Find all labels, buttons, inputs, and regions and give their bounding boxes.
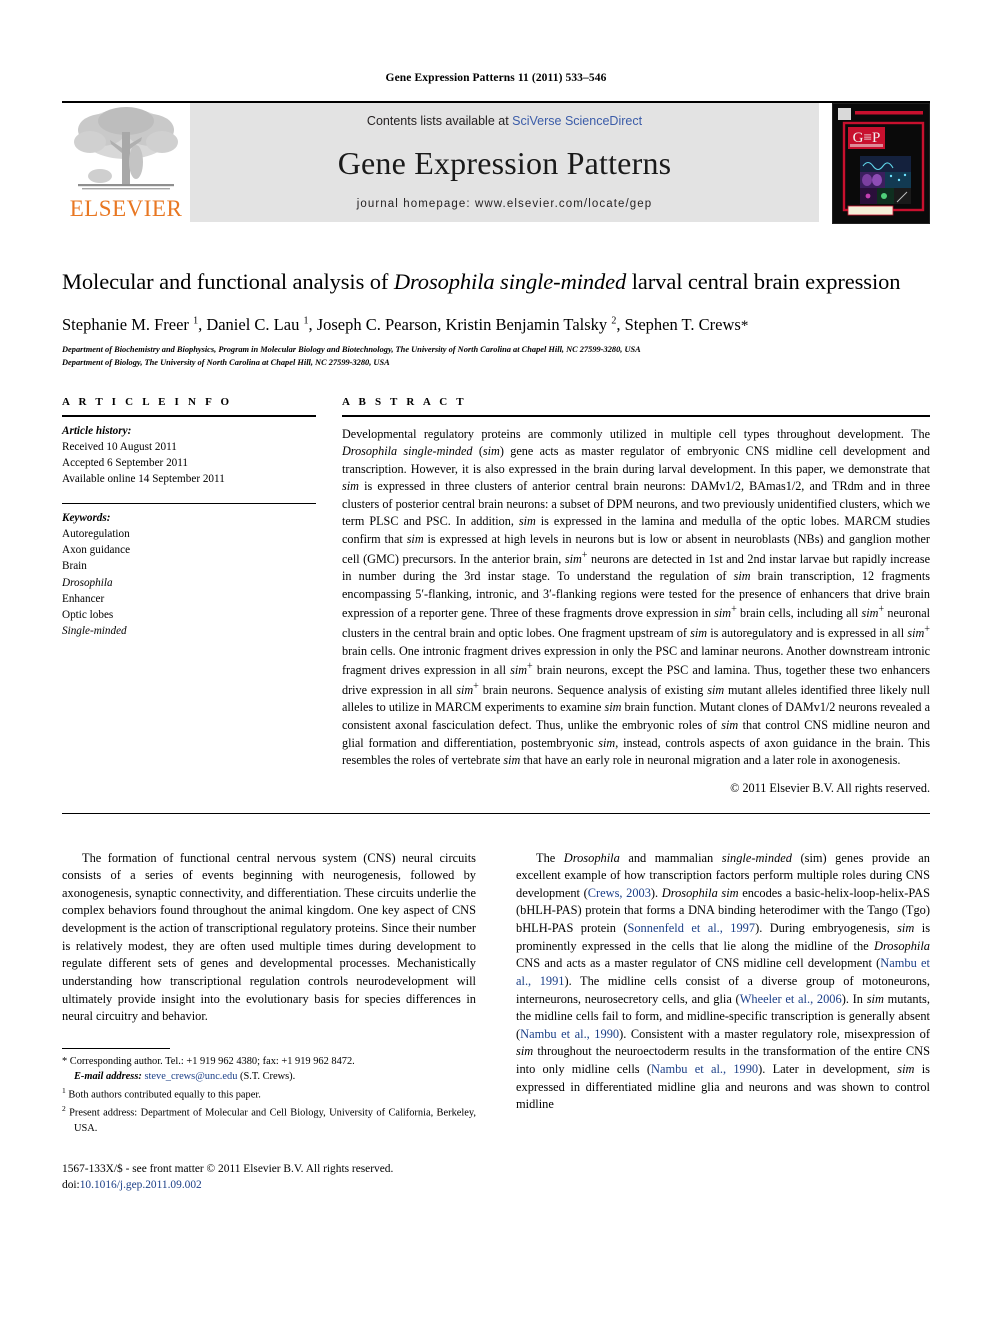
issn-block: 1567-133X/$ - see front matter © 2011 El… [62,1161,476,1193]
keywords-divider [62,502,316,504]
abstract-copyright: © 2011 Elsevier B.V. All rights reserved… [730,780,930,795]
body-column-left: The formation of functional central nerv… [62,850,476,1193]
abstract-text: Developmental regulatory proteins are co… [342,426,931,768]
footnote-1: 1 Both authors contributed equally to th… [62,1085,476,1103]
elsevier-logo: ELSEVIER [62,103,190,222]
keyword-item: Drosophila [62,576,113,589]
footnote-corresponding-text: * Corresponding author. Tel.: +1 919 962… [62,1055,355,1067]
abstract-heading: A B S T R A C T [342,395,467,408]
keywords-list: Keywords: Autoregulation Axon guidance B… [62,510,316,640]
doi-link[interactable]: 10.1016/j.gep.2011.09.002 [80,1179,202,1191]
running-head: Gene Expression Patterns 11 (2011) 533–5… [385,72,607,84]
affiliation-2: Department of Biology, The University of… [62,358,390,368]
masthead-band: Contents lists available at SciVerse Sci… [190,103,819,222]
page-title: Molecular and functional analysis of Dro… [62,268,930,296]
svg-text:G≡P: G≡P [853,130,881,146]
footnote-2-text: Present address: Department of Molecular… [69,1107,476,1135]
contents-prefix: Contents lists available at [366,114,513,128]
footnote-1-marker: 1 [62,1085,66,1095]
intro-paragraph-right: The Drosophila and mammalian single-mind… [516,850,930,1114]
keyword-item: Enhancer [62,592,105,605]
article-history: Article history: Received 10 August 2011… [62,423,316,488]
body-columns: The formation of functional central nerv… [62,850,930,1193]
article-history-label: Article history: [62,424,132,437]
title-part-1: Molecular and functional analysis of [62,269,394,294]
article-page: Gene Expression Patterns 11 (2011) 533–5… [0,0,992,1323]
email-label: E-mail address: [74,1071,142,1083]
footnote-corresponding: * Corresponding author. Tel.: +1 919 962… [62,1054,476,1070]
doi-label: doi: [62,1178,80,1191]
article-info-column: A R T I C L E I N F O Article history: R… [62,396,316,796]
footnotes-block: * Corresponding author. Tel.: +1 919 962… [62,1047,476,1193]
affiliation-1: Department of Biochemistry and Biophysic… [62,345,641,355]
citation-crews-2003[interactable]: Crews, 2003 [588,886,651,900]
footnote-email: E-mail address: steve_crews@unc.edu (S.T… [62,1069,476,1085]
history-online: Available online 14 September 2011 [62,473,225,486]
journal-title: Gene Expression Patterns [337,144,672,181]
article-info-divider [62,414,316,417]
issn-line: 1567-133X/$ - see front matter © 2011 El… [62,1162,394,1175]
contents-list-line: Contents lists available at SciVerse Sci… [367,114,642,128]
citation-wheeler-2006[interactable]: Wheeler et al., 2006 [740,992,842,1006]
title-italic-species: Drosophila single-minded [393,269,627,294]
intro-paragraph-left: The formation of functional central nerv… [62,850,476,1024]
author-list: Stephanie M. Freer 1, Daniel C. Lau 1, J… [62,315,749,335]
sciencedirect-link[interactable]: SciVerse ScienceDirect [512,114,642,128]
abstract-column: A B S T R A C T Developmental regulatory… [342,396,930,796]
doi-line: doi:10.1016/j.gep.2011.09.002 [62,1177,476,1193]
journal-cover-image: G≡P [833,104,929,223]
email-link[interactable]: steve_crews@unc.edu [144,1071,237,1082]
keyword-item: Autoregulation [62,527,130,540]
keyword-item: Brain [62,560,87,573]
footnote-2: 2 Present address: Department of Molecul… [62,1103,476,1137]
citation-sonnenfeld-1997[interactable]: Sonnenfeld et al., 1997 [627,921,755,935]
email-suffix: (S.T. Crews). [237,1071,296,1083]
keyword-item: Optic lobes [62,609,114,621]
keyword-item: Axon guidance [62,544,131,557]
title-part-2: larval central brain expression [626,269,901,294]
history-accepted: Accepted 6 September 2011 [62,457,189,470]
article-info-heading: A R T I C L E I N F O [62,395,233,408]
info-abstract-section: A R T I C L E I N F O Article history: R… [62,396,930,796]
history-received: Received 10 August 2011 [62,440,177,453]
abstract-divider [342,414,930,417]
body-column-right: The Drosophila and mammalian single-mind… [516,850,930,1193]
journal-homepage[interactable]: journal homepage: www.elsevier.com/locat… [357,198,653,210]
elsevier-tree-icon [74,107,178,190]
title-block: Molecular and functional analysis of Dro… [62,268,930,370]
journal-masthead: ELSEVIER Contents lists available at Sci… [62,101,930,224]
footnote-rule [62,1047,170,1049]
footnote-1-text: Both authors contributed equally to this… [68,1089,261,1101]
footnote-2-marker: 2 [62,1104,66,1114]
journal-cover-thumbnail[interactable]: G≡P [832,103,930,224]
citation-nambu-1990b[interactable]: Nambu et al., 1990 [651,1062,758,1076]
keywords-label: Keywords: [62,511,111,524]
elsevier-wordmark: ELSEVIER [69,196,183,221]
body-divider [62,812,930,814]
citation-nambu-1990a[interactable]: Nambu et al., 1990 [520,1027,619,1041]
keyword-item: Single-minded [62,625,127,638]
